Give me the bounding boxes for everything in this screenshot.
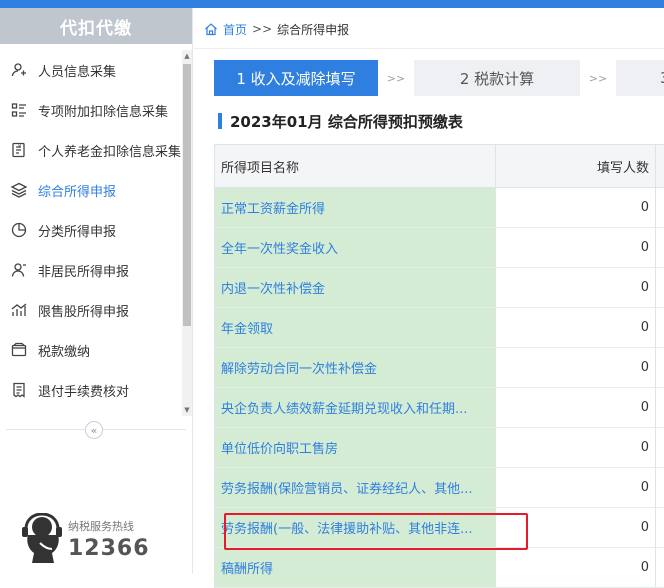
sidebar-item-label: 退付手续费核对: [38, 384, 130, 400]
income-item-link[interactable]: 央企负责人绩效薪金延期兑现收入和任期...: [215, 388, 497, 427]
income-item-link[interactable]: 单位低价向职工售房: [215, 428, 497, 467]
top-bar: [0, 0, 664, 8]
fill-count: 0: [496, 468, 657, 507]
breadcrumb: 首页 >> 综合所得申报: [204, 20, 349, 38]
table-row: 央企负责人绩效薪金延期兑现收入和任期... 0: [215, 388, 664, 428]
sidebar-item-pension-deduction[interactable]: ¥ 个人养老金扣除信息采集: [0, 130, 182, 170]
step-three[interactable]: 3: [616, 60, 664, 96]
user-icon: [10, 261, 28, 279]
sidebar-item-label: 分类所得申报: [38, 224, 117, 240]
collapse-sidebar-button[interactable]: «: [85, 421, 103, 439]
page-title: 2023年01月 综合所得预扣预缴表: [218, 112, 463, 131]
table-row: 稿酬所得 0: [215, 548, 664, 588]
headset-icon: [22, 513, 62, 563]
main-content: 首页 >> 综合所得申报 1 收入及减除填写 >> 2 税款计算 >> 3 20…: [194, 8, 664, 588]
fill-count: 0: [496, 428, 657, 467]
breadcrumb-home-link[interactable]: 首页: [223, 21, 247, 38]
breadcrumb-separator: >>: [252, 22, 273, 36]
step-tax-calculation[interactable]: 2 税款计算: [414, 60, 580, 96]
sidebar-item-label: 个人养老金扣除信息采集: [38, 144, 182, 160]
income-item-link[interactable]: 稿酬所得: [215, 548, 497, 587]
table-row: 正常工资薪金所得 0: [215, 188, 664, 228]
sidebar-item-nonresident-income[interactable]: 非居民所得申报: [0, 250, 182, 290]
income-item-link[interactable]: 劳务报酬(一般、法律援助补贴、其他非连...: [215, 508, 497, 547]
fill-count: 0: [496, 228, 657, 267]
column-header-count: 填写人数: [496, 145, 657, 187]
receipt-icon: [10, 381, 28, 399]
table-row: 内退一次性补偿金 0: [215, 268, 664, 308]
person-icon: [10, 61, 28, 79]
fill-count: 0: [496, 188, 657, 227]
divider: [194, 48, 664, 49]
income-table: 所得项目名称 填写人数 正常工资薪金所得 0 全年一次性奖金收入 0 内退一次性…: [214, 144, 664, 588]
scroll-down-arrow-icon[interactable]: ▼: [182, 404, 192, 416]
hotline-label: 纳税服务热线: [68, 519, 134, 533]
sidebar-item-special-deduction[interactable]: 专项附加扣除信息采集: [0, 90, 182, 130]
fill-count: 0: [496, 388, 657, 427]
breadcrumb-current: 综合所得申报: [277, 22, 350, 37]
table-row: 劳务报酬(一般、法律援助补贴、其他非连... 0: [215, 508, 664, 548]
income-item-link[interactable]: 劳务报酬(保险营销员、证券经纪人、其他...: [215, 468, 497, 507]
document-icon: ¥: [10, 141, 28, 159]
income-item-link[interactable]: 全年一次性奖金收入: [215, 228, 497, 267]
sidebar-menu: 人员信息采集 专项附加扣除信息采集 ¥ 个人养老金扣除信息采集 综合所得申报 分…: [0, 50, 182, 410]
hotline-number: 12366: [68, 535, 150, 561]
step-arrow-icon: >>: [588, 71, 608, 85]
home-icon[interactable]: [204, 22, 218, 36]
table-row: 全年一次性奖金收入 0: [215, 228, 664, 268]
income-item-link[interactable]: 解除劳动合同一次性补偿金: [215, 348, 497, 387]
sidebar-title: 代扣代缴: [0, 8, 192, 44]
title-accent-bar: [218, 113, 222, 129]
fill-count: 0: [496, 548, 657, 587]
table-row: 单位低价向职工售房 0: [215, 428, 664, 468]
fill-count: 0: [496, 348, 657, 387]
income-item-link[interactable]: 正常工资薪金所得: [215, 188, 497, 227]
step-arrow-icon: >>: [386, 71, 406, 85]
pie-chart-icon: [10, 221, 28, 239]
table-row: 年金领取 0: [215, 308, 664, 348]
table-row: 解除劳动合同一次性补偿金 0: [215, 348, 664, 388]
sidebar-scrollbar[interactable]: ▲ ▼: [182, 50, 192, 416]
sidebar-item-label: 综合所得申报: [38, 184, 117, 200]
sidebar-item-label: 专项附加扣除信息采集: [38, 104, 169, 120]
sidebar-item-restricted-stock[interactable]: 限售股所得申报: [0, 290, 182, 330]
fill-count: 0: [496, 508, 657, 547]
sidebar-item-fee-check[interactable]: 退付手续费核对: [0, 370, 182, 410]
bar-chart-icon: [10, 301, 28, 319]
step-income-deduction[interactable]: 1 收入及减除填写: [214, 60, 378, 96]
scroll-thumb[interactable]: [183, 64, 191, 326]
income-item-link[interactable]: 内退一次性补偿金: [215, 268, 497, 307]
sidebar-item-tax-payment[interactable]: 税款缴纳: [0, 330, 182, 370]
sidebar-item-classified-income[interactable]: 分类所得申报: [0, 210, 182, 250]
sidebar-item-label: 非居民所得申报: [38, 264, 130, 280]
hotline: 纳税服务热线 12366: [20, 513, 150, 565]
sidebar-item-label: 人员信息采集: [38, 64, 117, 80]
layers-icon: [10, 181, 28, 199]
wallet-icon: [10, 341, 28, 359]
fill-count: 0: [496, 308, 657, 347]
step-indicator: 1 收入及减除填写 >> 2 税款计算 >> 3: [214, 60, 664, 96]
sidebar-item-comprehensive-income[interactable]: 综合所得申报: [0, 170, 182, 210]
income-item-link[interactable]: 年金领取: [215, 308, 497, 347]
scroll-up-arrow-icon[interactable]: ▲: [182, 50, 192, 62]
page-title-text: 2023年01月 综合所得预扣预缴表: [230, 112, 463, 131]
table-row: 劳务报酬(保险营销员、证券经纪人、其他... 0: [215, 468, 664, 508]
fill-count: 0: [496, 268, 657, 307]
table-header: 所得项目名称 填写人数: [215, 144, 664, 188]
sidebar-item-label: 限售股所得申报: [38, 304, 130, 320]
list-icon: [10, 101, 28, 119]
column-header-item-name: 所得项目名称: [215, 145, 497, 187]
svg-text:¥: ¥: [18, 144, 21, 150]
sidebar: 代扣代缴 人员信息采集 专项附加扣除信息采集 ¥ 个人养老金扣除信息采集 综合所…: [0, 8, 193, 574]
sidebar-item-label: 税款缴纳: [38, 344, 91, 360]
sidebar-item-personnel-info[interactable]: 人员信息采集: [0, 50, 182, 90]
